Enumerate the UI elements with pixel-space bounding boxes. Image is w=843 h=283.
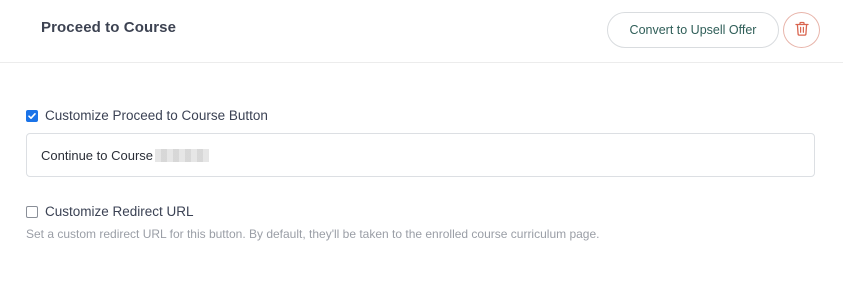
redirect-url-checkbox[interactable] bbox=[26, 205, 38, 218]
section-title: Proceed to Course bbox=[41, 19, 177, 36]
section-header: Proceed to Course Convert to Upsell Offe… bbox=[0, 0, 843, 63]
redirect-url-label: Customize Redirect URL bbox=[45, 204, 194, 219]
button-text-input[interactable]: Continue to Course bbox=[26, 133, 815, 177]
customize-button-label: Customize Proceed to Course Button bbox=[45, 108, 268, 123]
delete-button[interactable] bbox=[783, 12, 820, 48]
button-text-value: Continue to Course bbox=[41, 147, 154, 163]
customize-button-checkbox[interactable] bbox=[26, 109, 38, 122]
redirect-url-row: Customize Redirect URL bbox=[26, 204, 194, 219]
redirect-help-text: Set a custom redirect URL for this butto… bbox=[26, 227, 600, 241]
redacted-text bbox=[155, 148, 210, 162]
customize-button-row: Customize Proceed to Course Button bbox=[26, 108, 268, 123]
trash-icon bbox=[794, 21, 809, 39]
convert-to-upsell-button[interactable]: Convert to Upsell Offer bbox=[607, 12, 779, 48]
checkmark-icon bbox=[28, 112, 36, 119]
